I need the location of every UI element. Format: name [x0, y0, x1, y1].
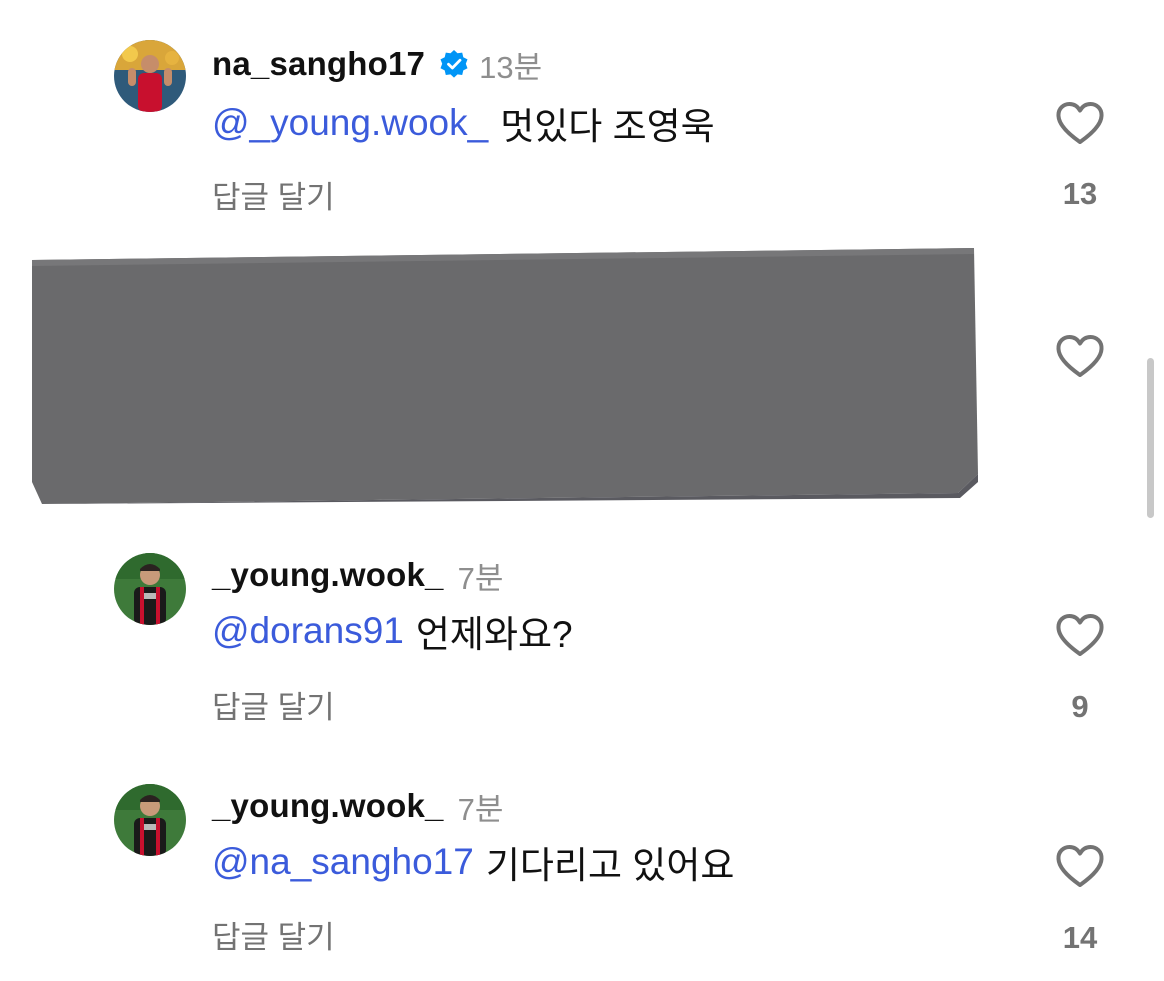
- username[interactable]: na_sangho17: [212, 45, 425, 83]
- timestamp: 7분: [457, 560, 504, 596]
- username[interactable]: _young.wook_: [212, 787, 444, 825]
- username[interactable]: _young.wook_: [212, 556, 444, 594]
- avatar[interactable]: [114, 553, 186, 625]
- comment-text: 언제와요?: [415, 614, 573, 655]
- comment-body: @na_sangho17 기다리고 있어요: [212, 839, 734, 886]
- like-count: 13: [1062, 176, 1098, 211]
- reply-button[interactable]: 답글 달기: [212, 912, 335, 957]
- comment-text: 기다리고 있어요: [485, 845, 735, 886]
- reply-button[interactable]: 답글 달기: [212, 682, 335, 727]
- heart-outline-icon[interactable]: [1055, 844, 1105, 888]
- comment-body: @_young.wook_ 멋있다 조영욱: [212, 100, 715, 147]
- comment-body: @dorans91 언제와요?: [212, 608, 573, 655]
- timestamp: 13분: [479, 49, 543, 85]
- heart-outline-icon[interactable]: [1055, 613, 1105, 657]
- comment-header: _young.wook_ 7분: [212, 786, 504, 827]
- comment-text: 멋있다 조영욱: [500, 106, 715, 147]
- redacted-comment-block: [28, 246, 978, 504]
- scrollbar[interactable]: [1147, 358, 1154, 518]
- like-count: 14: [1062, 920, 1098, 955]
- mention-link[interactable]: @_young.wook_: [212, 102, 488, 144]
- like-count: 9: [1071, 689, 1089, 724]
- timestamp: 7분: [457, 791, 504, 827]
- mention-link[interactable]: @na_sangho17: [212, 841, 474, 883]
- verified-badge-icon: [439, 49, 469, 79]
- comment-header: _young.wook_ 7분: [212, 555, 504, 596]
- heart-outline-icon[interactable]: [1055, 334, 1105, 378]
- heart-outline-icon[interactable]: [1055, 101, 1105, 145]
- avatar[interactable]: [114, 784, 186, 856]
- avatar[interactable]: [114, 40, 186, 112]
- comment-header: na_sangho17 13분: [212, 44, 543, 85]
- reply-button[interactable]: 답글 달기: [212, 172, 335, 217]
- mention-link[interactable]: @dorans91: [212, 610, 404, 652]
